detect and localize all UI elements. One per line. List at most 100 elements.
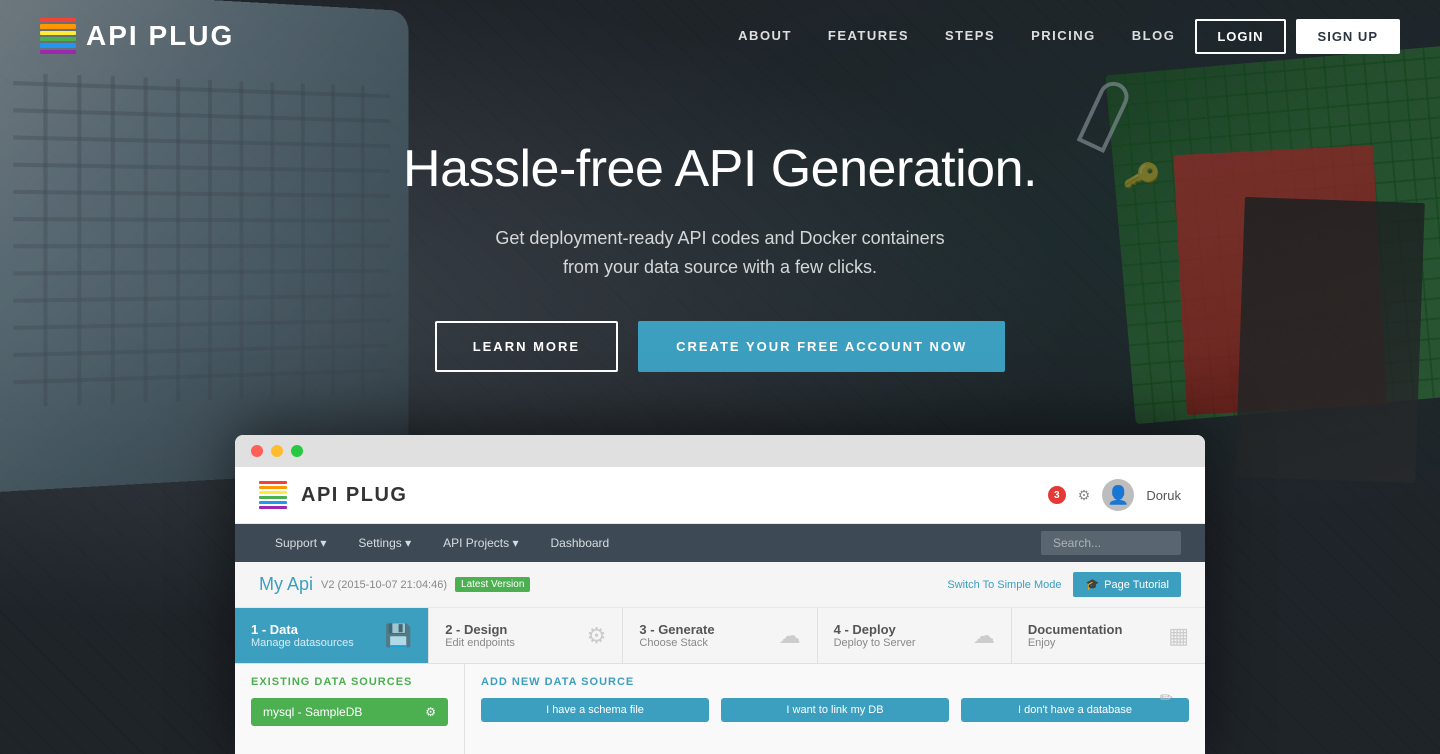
- app-logo-icon: [259, 481, 287, 509]
- step-tab-title: 1 - Data: [251, 622, 354, 637]
- user-avatar: 👤: [1102, 479, 1134, 511]
- create-account-button[interactable]: CREATE YOUR FREE ACCOUNT NOW: [638, 321, 1005, 372]
- logo-bar: [40, 31, 76, 35]
- step-tab-1---data[interactable]: 1 - Data Manage datasources 💾: [235, 608, 429, 663]
- app-nav-api-projects-▾[interactable]: API Projects ▾: [427, 524, 534, 562]
- datasource-options: I have a schema file I want to link my DB…: [481, 698, 1189, 722]
- logo-bar: [40, 50, 76, 54]
- hero-subtitle: Get deployment-ready API codes and Docke…: [370, 224, 1070, 282]
- add-section-inner: ADD NEW DATA SOURCE ✏ I have a schema fi…: [481, 676, 1189, 722]
- step-tab-sub: Choose Stack: [639, 637, 714, 649]
- steps-tabs: 1 - Data Manage datasources 💾 2 - Design…: [235, 608, 1205, 664]
- app-header-right: 3 ⚙ 👤 Doruk: [1048, 479, 1181, 511]
- step-tab-sub: Deploy to Server: [834, 637, 916, 649]
- app-logo-bar: [259, 506, 287, 509]
- content-header: My Api V2 (2015-10-07 21:04:46) Latest V…: [235, 562, 1205, 608]
- db-settings-icon: ⚙: [425, 705, 436, 719]
- api-version: V2 (2015-10-07 21:04:46): [321, 579, 447, 591]
- step-icon: ▦: [1168, 623, 1189, 649]
- app-logo-bar: [259, 501, 287, 504]
- window-minimize-dot: [271, 445, 283, 457]
- learn-more-button[interactable]: LEARN MORE: [435, 321, 618, 372]
- step-tab-sub: Edit endpoints: [445, 637, 515, 649]
- step-icon: ☁: [973, 623, 995, 649]
- user-name: Doruk: [1146, 488, 1181, 503]
- db-item[interactable]: mysql - SampleDB ⚙: [251, 698, 448, 726]
- step-tab-info: 2 - Design Edit endpoints: [445, 622, 515, 649]
- nav-link-about[interactable]: ABOUT: [738, 28, 792, 43]
- latest-version-badge: Latest Version: [455, 577, 530, 592]
- nav-link-features[interactable]: FEATURES: [828, 28, 909, 43]
- nav-link-steps[interactable]: STEPS: [945, 28, 995, 43]
- app-logo-bar: [259, 496, 287, 499]
- step-tab-title: 3 - Generate: [639, 622, 714, 637]
- laptop-keys: [13, 73, 390, 408]
- nav-link-blog[interactable]: BLOG: [1132, 28, 1176, 43]
- page-tutorial-button[interactable]: 🎓 Page Tutorial: [1073, 572, 1181, 597]
- step-tab-info: Documentation Enjoy: [1028, 622, 1123, 649]
- logo-icon: [40, 18, 76, 54]
- edit-icon[interactable]: ✏: [1160, 688, 1173, 708]
- hero-content: Hassle-free API Generation. Get deployme…: [370, 140, 1070, 372]
- window-maximize-dot: [291, 445, 303, 457]
- page-tutorial-label: Page Tutorial: [1104, 579, 1169, 591]
- switch-mode-button[interactable]: Switch To Simple Mode: [947, 579, 1061, 591]
- app-logo-bar: [259, 491, 287, 494]
- black-book: [1235, 197, 1425, 483]
- laptop-decoration: [0, 0, 408, 492]
- app-window: API PLUG 3 ⚙ 👤 Doruk Support ▾Settings ▾…: [235, 435, 1205, 754]
- step-tab-info: 1 - Data Manage datasources: [251, 622, 354, 649]
- app-navbar: Support ▾Settings ▾API Projects ▾Dashboa…: [235, 524, 1205, 562]
- step-tab-info: 3 - Generate Choose Stack: [639, 622, 714, 649]
- app-logo-bar: [259, 481, 287, 484]
- logo-area: API PLUG: [40, 18, 234, 54]
- datasource-option-i-don't-ha[interactable]: I don't have a database: [961, 698, 1189, 722]
- datasource-option-i-want-to-[interactable]: I want to link my DB: [721, 698, 949, 722]
- nav-links: ABOUT FEATURES STEPS PRICING BLOG: [738, 27, 1175, 45]
- main-nav: API PLUG ABOUT FEATURES STEPS PRICING BLOG L…: [0, 0, 1440, 72]
- app-search-input[interactable]: [1041, 531, 1181, 555]
- step-tab-title: 4 - Deploy: [834, 622, 916, 637]
- app-header: API PLUG 3 ⚙ 👤 Doruk: [235, 467, 1205, 524]
- window-close-dot: [251, 445, 263, 457]
- window-titlebar: [235, 435, 1205, 467]
- hero-buttons: LEARN MORE CREATE YOUR FREE ACCOUNT NOW: [370, 321, 1070, 372]
- api-title-row: My Api V2 (2015-10-07 21:04:46) Latest V…: [259, 574, 530, 595]
- app-header-left: API PLUG: [259, 481, 407, 509]
- step-tab-title: 2 - Design: [445, 622, 515, 637]
- logo-text: API PLUG: [86, 20, 234, 52]
- app-lower: EXISTING DATA SOURCES mysql - SampleDB ⚙…: [235, 664, 1205, 754]
- step-tab-2---design[interactable]: 2 - Design Edit endpoints ⚙: [429, 608, 623, 663]
- login-button[interactable]: LOGIN: [1195, 19, 1285, 54]
- app-logo-bar: [259, 486, 287, 489]
- notification-badge: 3: [1048, 486, 1066, 504]
- nav-link-pricing[interactable]: PRICING: [1031, 28, 1096, 43]
- step-icon: 💾: [385, 623, 412, 649]
- hero-title: Hassle-free API Generation.: [370, 140, 1070, 200]
- existing-sources: EXISTING DATA SOURCES mysql - SampleDB ⚙: [235, 664, 465, 754]
- logo-bar: [40, 43, 76, 47]
- logo-bar: [40, 18, 76, 22]
- graduation-icon: 🎓: [1085, 578, 1099, 591]
- logo-bar: [40, 37, 76, 41]
- step-tab-title: Documentation: [1028, 622, 1123, 637]
- hero-subtitle-line1: Get deployment-ready API codes and Docke…: [495, 228, 944, 248]
- existing-sources-title: EXISTING DATA SOURCES: [251, 676, 448, 688]
- app-nav-settings-▾[interactable]: Settings ▾: [342, 524, 427, 562]
- logo-bar: [40, 24, 76, 28]
- db-item-label: mysql - SampleDB: [263, 705, 362, 719]
- step-tab-documentation[interactable]: Documentation Enjoy ▦: [1012, 608, 1205, 663]
- step-tab-4---deploy[interactable]: 4 - Deploy Deploy to Server ☁: [818, 608, 1012, 663]
- api-name: My Api: [259, 574, 313, 595]
- app-nav-support-▾[interactable]: Support ▾: [259, 524, 342, 562]
- datasource-option-i-have-a-s[interactable]: I have a schema file: [481, 698, 709, 722]
- app-logo-text: API PLUG: [301, 484, 407, 507]
- signup-button[interactable]: SIGN UP: [1296, 19, 1400, 54]
- step-tab-sub: Manage datasources: [251, 637, 354, 649]
- step-icon: ⚙: [587, 623, 607, 649]
- settings-icon: ⚙: [1078, 487, 1091, 504]
- step-tab-info: 4 - Deploy Deploy to Server: [834, 622, 916, 649]
- add-datasource: ADD NEW DATA SOURCE ✏ I have a schema fi…: [465, 664, 1205, 754]
- app-nav-dashboard[interactable]: Dashboard: [535, 524, 626, 562]
- step-tab-3---generate[interactable]: 3 - Generate Choose Stack ☁: [623, 608, 817, 663]
